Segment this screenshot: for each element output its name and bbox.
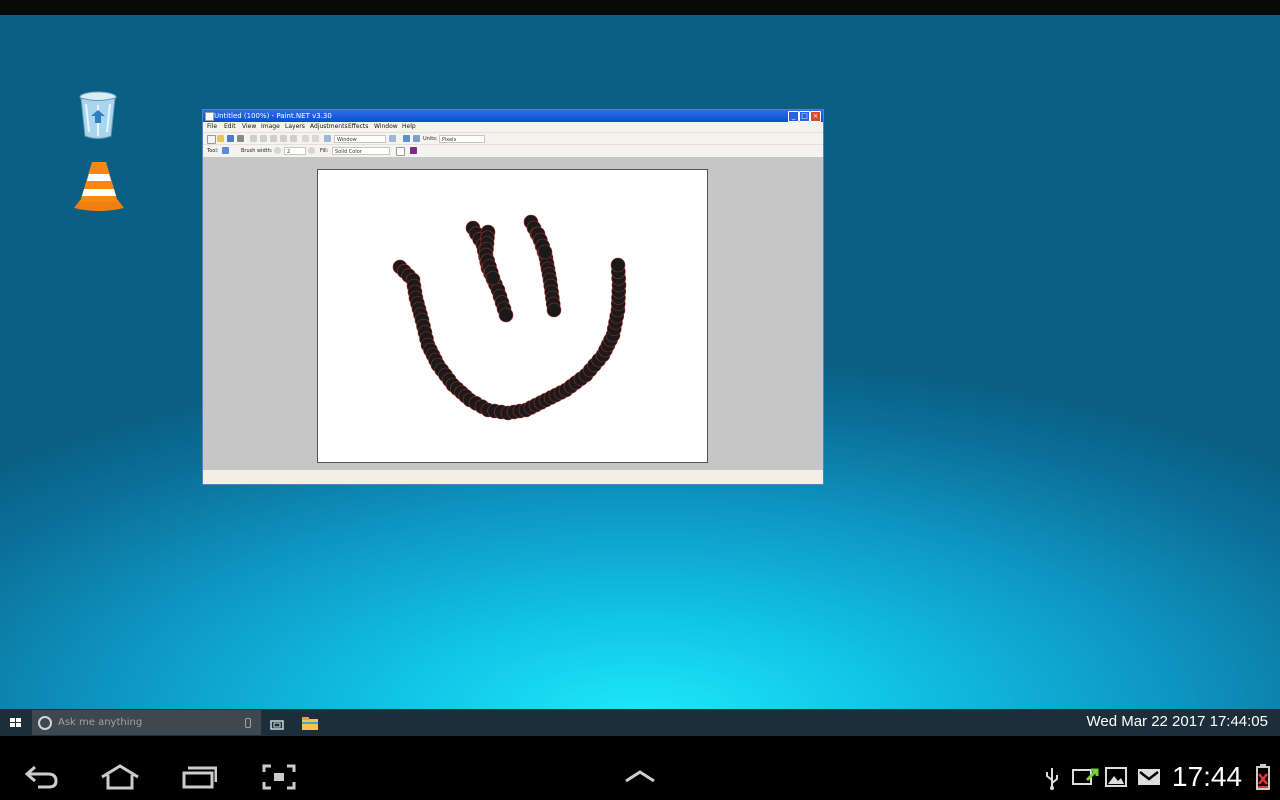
screenshot-icon[interactable]	[262, 764, 296, 794]
window-title: Untitled (100%) - Paint.NET v3.30	[214, 112, 332, 120]
gallery-icon	[1105, 767, 1127, 791]
window-statusbar	[203, 470, 823, 484]
window-titlebar[interactable]: Untitled (100%) - Paint.NET v3.30 _ □ ×	[203, 110, 823, 122]
search-placeholder: Ask me anything	[58, 717, 143, 728]
task-view-icon[interactable]	[270, 716, 284, 730]
recent-apps-icon[interactable]	[181, 765, 218, 793]
units-select[interactable]: Pixels	[439, 135, 485, 143]
cortana-icon	[38, 716, 52, 730]
brush-stroke-dot	[546, 302, 562, 318]
paste-icon[interactable]	[270, 135, 277, 142]
menu-bar: File Edit View Image Layers Adjustments …	[203, 122, 823, 132]
paintbrush-tool-icon[interactable]	[222, 147, 229, 154]
blend-mode-icon[interactable]	[410, 147, 417, 154]
cut-icon[interactable]	[250, 135, 257, 142]
new-icon[interactable]	[207, 135, 216, 144]
taskbar-clock[interactable]: Wed Mar 22 2017 17:44:05	[1086, 709, 1268, 734]
brush-stroke-dot	[498, 307, 514, 323]
up-arrow-icon[interactable]	[624, 768, 656, 787]
tool-label: Tool:	[207, 148, 219, 154]
close-button[interactable]: ×	[810, 111, 821, 122]
usb-icon	[1043, 766, 1061, 794]
brush-width-input[interactable]: 2	[284, 147, 306, 155]
sync-icon	[1071, 766, 1099, 792]
redo-icon[interactable]	[312, 135, 319, 142]
start-button[interactable]	[0, 709, 32, 736]
paint-net-app-icon	[205, 112, 214, 121]
vlc-icon[interactable]	[72, 158, 126, 212]
file-explorer-icon[interactable]	[302, 715, 318, 730]
menu-window[interactable]: Window	[374, 122, 398, 132]
taskbar: Ask me anything Wed Mar 22 2017 17:44:05	[0, 709, 1280, 736]
desktop: Untitled (100%) - Paint.NET v3.30 _ □ × …	[0, 15, 1280, 709]
fill-select[interactable]: Solid Color	[332, 147, 390, 155]
menu-file[interactable]: File	[207, 122, 217, 132]
menu-image[interactable]: Image	[261, 122, 280, 132]
menu-effects[interactable]: Effects	[348, 122, 368, 132]
menu-edit[interactable]: Edit	[224, 122, 236, 132]
gmail-icon	[1137, 768, 1161, 790]
fill-label: Fill:	[320, 148, 329, 154]
minimize-button[interactable]: _	[788, 111, 799, 122]
zoom-icon[interactable]	[324, 135, 331, 142]
print-icon[interactable]	[237, 135, 244, 142]
menu-help[interactable]: Help	[402, 122, 416, 132]
open-icon[interactable]	[217, 135, 224, 142]
brush-width-label: Brush width:	[241, 148, 273, 154]
menu-adjustments[interactable]: Adjustments	[310, 122, 348, 132]
ruler-icon[interactable]	[413, 135, 420, 142]
undo-icon[interactable]	[302, 135, 309, 142]
antialiasing-icon[interactable]	[396, 147, 405, 156]
image-canvas[interactable]	[317, 169, 708, 463]
brush-stroke-dot	[537, 244, 553, 260]
brush-stroke-dot	[485, 270, 501, 286]
recycle-bin-icon[interactable]	[76, 90, 120, 142]
save-icon[interactable]	[227, 135, 234, 142]
brush-stroke-dot	[610, 257, 626, 273]
brush-decrease-icon[interactable]	[274, 147, 281, 154]
smiley-drawing	[392, 214, 627, 421]
brush-increase-icon[interactable]	[308, 147, 315, 154]
menu-layers[interactable]: Layers	[285, 122, 305, 132]
canvas-workspace	[203, 157, 823, 470]
copy-icon[interactable]	[260, 135, 267, 142]
deselect-icon[interactable]	[290, 135, 297, 142]
microphone-icon[interactable]	[245, 718, 251, 728]
battery-icon	[1256, 764, 1270, 794]
zoom-in-icon[interactable]	[389, 135, 396, 142]
android-top-bar	[0, 0, 1280, 15]
crop-icon[interactable]	[280, 135, 287, 142]
grid-icon[interactable]	[403, 135, 410, 142]
maximize-button[interactable]: □	[799, 111, 810, 122]
android-navigation-bar: 17:44	[0, 736, 1280, 800]
tool-options-bar: Tool: Brush width: 2 Fill: Solid Color	[203, 144, 823, 157]
home-icon[interactable]	[100, 764, 140, 794]
menu-view[interactable]: View	[242, 122, 256, 132]
zoom-select[interactable]: Window	[334, 135, 386, 143]
search-box[interactable]: Ask me anything	[32, 710, 261, 735]
status-time: 17:44	[1172, 761, 1243, 792]
paint-net-window[interactable]: Untitled (100%) - Paint.NET v3.30 _ □ × …	[203, 110, 823, 484]
windows-icon	[10, 718, 21, 727]
back-icon[interactable]	[24, 764, 60, 794]
